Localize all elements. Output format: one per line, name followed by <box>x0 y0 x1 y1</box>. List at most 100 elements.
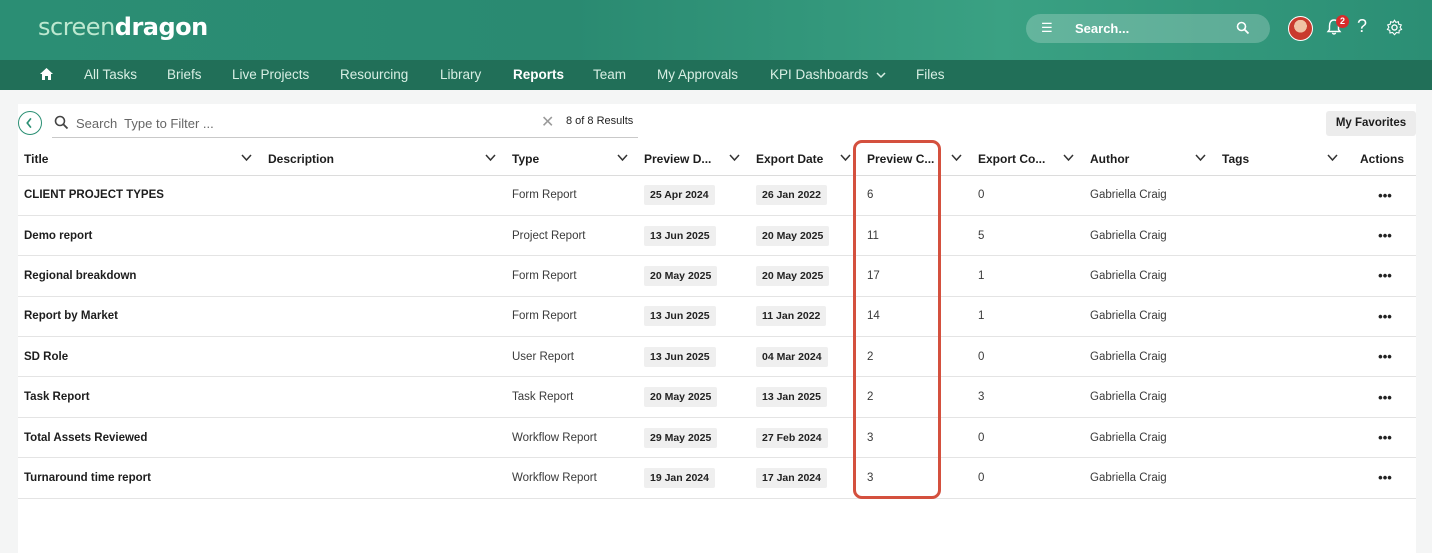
search-icon[interactable] <box>1236 21 1250 35</box>
row-export-date-cell: 27 Feb 2024 <box>750 417 861 459</box>
table-row[interactable]: Regional breakdown Form Report 20 May 2025… <box>18 255 1416 297</box>
nav-live-projects[interactable]: Live Projects <box>232 67 309 82</box>
chevron-down-icon[interactable] <box>951 152 962 163</box>
chevron-down-icon[interactable] <box>1063 152 1074 163</box>
table-row[interactable]: Task Report Task Report 20 May 2025 13 Jan … <box>18 376 1416 418</box>
table-row[interactable]: Report by Market Form Report 13 Jun 2025 11… <box>18 296 1416 338</box>
column-header-preview-date[interactable]: Preview D... <box>638 144 750 176</box>
more-horizontal-icon[interactable]: ••• <box>1348 296 1416 338</box>
nav-reports[interactable]: Reports <box>513 67 564 82</box>
column-header-export-date[interactable]: Export Date <box>750 144 861 176</box>
row-export-date: 27 Feb 2024 <box>756 427 828 448</box>
highlight-box <box>853 140 941 499</box>
row-description <box>262 215 506 257</box>
row-title: Report by Market <box>18 296 262 338</box>
nav-kpi-dashboards-label: KPI Dashboards <box>770 67 869 82</box>
row-type: Form Report <box>506 255 638 297</box>
row-export-date: 17 Jan 2024 <box>756 467 827 488</box>
help-icon[interactable]: ? <box>1357 16 1367 37</box>
row-tags <box>1216 376 1348 418</box>
row-author: Gabriella Craig <box>1084 336 1216 378</box>
more-horizontal-icon[interactable]: ••• <box>1348 336 1416 378</box>
row-preview-date-cell: 13 Jun 2025 <box>638 215 750 257</box>
row-export-count: 1 <box>972 255 1084 297</box>
row-description <box>262 376 506 418</box>
row-preview-date: 13 Jun 2025 <box>644 225 716 246</box>
nav-briefs[interactable]: Briefs <box>167 67 202 82</box>
nav-files[interactable]: Files <box>916 67 945 82</box>
chevron-down-icon[interactable] <box>241 152 252 163</box>
gear-icon[interactable] <box>1386 19 1403 36</box>
more-horizontal-icon[interactable]: ••• <box>1348 255 1416 297</box>
column-header-description[interactable]: Description <box>262 144 506 176</box>
more-horizontal-icon[interactable]: ••• <box>1348 376 1416 418</box>
table-row[interactable]: Total Assets Reviewed Workflow Report 29 M… <box>18 417 1416 459</box>
more-horizontal-icon[interactable]: ••• <box>1348 175 1416 216</box>
row-description <box>262 296 506 338</box>
row-title: Regional breakdown <box>18 255 262 297</box>
row-type: Project Report <box>506 215 638 257</box>
row-title: Demo report <box>18 215 262 257</box>
nav-all-tasks[interactable]: All Tasks <box>84 67 137 82</box>
row-author: Gabriella Craig <box>1084 175 1216 216</box>
row-export-date-cell: 11 Jan 2022 <box>750 296 861 338</box>
row-export-date-cell: 26 Jan 2022 <box>750 175 861 216</box>
row-preview-date: 29 May 2025 <box>644 427 718 448</box>
row-type: Workflow Report <box>506 457 638 499</box>
global-search[interactable]: ☰ Search... <box>1026 14 1270 43</box>
more-horizontal-icon[interactable]: ••• <box>1348 417 1416 459</box>
nav-library[interactable]: Library <box>440 67 481 82</box>
chevron-down-icon[interactable] <box>1327 152 1338 163</box>
row-description <box>262 457 506 499</box>
table-row[interactable]: CLIENT PROJECT TYPES Form Report 25 Apr 20… <box>18 175 1416 216</box>
nav-team[interactable]: Team <box>593 67 626 82</box>
back-arrow-icon[interactable] <box>18 111 42 135</box>
menu-icon[interactable]: ☰ <box>1041 20 1053 36</box>
avatar[interactable] <box>1288 16 1313 41</box>
global-search-label: Search... <box>1075 21 1130 36</box>
table-row[interactable]: Demo report Project Report 13 Jun 2025 20 M… <box>18 215 1416 257</box>
home-icon[interactable] <box>39 67 54 81</box>
app-logo[interactable]: screendragon <box>38 13 208 41</box>
row-description <box>262 255 506 297</box>
row-preview-date: 20 May 2025 <box>644 265 718 286</box>
nav-resourcing[interactable]: Resourcing <box>340 67 408 82</box>
column-header-title[interactable]: Title <box>18 144 262 176</box>
row-preview-date: 13 Jun 2025 <box>644 306 716 327</box>
chevron-down-icon[interactable] <box>1195 152 1206 163</box>
chevron-down-icon[interactable] <box>840 152 851 163</box>
table-row[interactable]: Turnaround time report Workflow Report 19 … <box>18 457 1416 499</box>
my-favorites-button[interactable]: My Favorites <box>1326 111 1416 136</box>
result-count: 8 of 8 Results <box>566 115 634 127</box>
filter-input[interactable] <box>76 114 516 132</box>
search-icon <box>54 115 69 130</box>
row-tags <box>1216 255 1348 297</box>
row-type: Form Report <box>506 296 638 338</box>
column-header-actions: Actions <box>1348 144 1416 176</box>
column-header-export-count[interactable]: Export Co... <box>972 144 1084 176</box>
row-export-count: 0 <box>972 417 1084 459</box>
column-header-author[interactable]: Author <box>1084 144 1216 176</box>
more-horizontal-icon[interactable]: ••• <box>1348 215 1416 257</box>
notification-badge: 2 <box>1336 15 1349 28</box>
nav-my-approvals[interactable]: My Approvals <box>657 67 738 82</box>
nav-kpi-dashboards[interactable]: KPI Dashboards <box>770 67 886 82</box>
row-preview-date: 13 Jun 2025 <box>644 346 716 367</box>
row-preview-date-cell: 13 Jun 2025 <box>638 336 750 378</box>
column-header-type[interactable]: Type <box>506 144 638 176</box>
row-export-date-cell: 17 Jan 2024 <box>750 457 861 499</box>
chevron-down-icon[interactable] <box>617 152 628 163</box>
chevron-down-icon[interactable] <box>729 152 740 163</box>
row-type: User Report <box>506 336 638 378</box>
column-header-tags[interactable]: Tags <box>1216 144 1348 176</box>
row-preview-date-cell: 20 May 2025 <box>638 376 750 418</box>
close-icon[interactable]: ✕ <box>541 112 554 132</box>
row-title: Turnaround time report <box>18 457 262 499</box>
more-horizontal-icon[interactable]: ••• <box>1348 457 1416 499</box>
row-export-count: 3 <box>972 376 1084 418</box>
row-export-count: 1 <box>972 296 1084 338</box>
chevron-down-icon[interactable] <box>485 152 496 163</box>
row-export-date: 04 Mar 2024 <box>756 346 828 367</box>
table-row[interactable]: SD Role User Report 13 Jun 2025 04 Mar 2024… <box>18 336 1416 378</box>
row-author: Gabriella Craig <box>1084 417 1216 459</box>
